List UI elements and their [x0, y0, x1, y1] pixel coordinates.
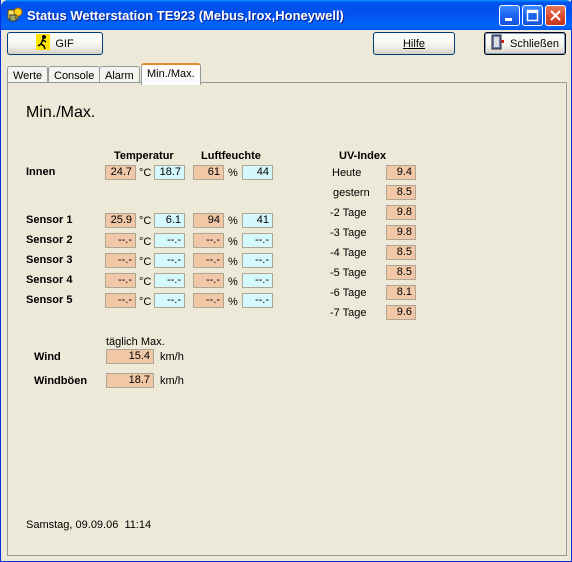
temp-max-field: --.-	[154, 273, 185, 288]
tab-werte-label: Werte	[13, 70, 43, 82]
hum-min-field: --.-	[193, 293, 224, 308]
uv-day-label: -5 Tage	[330, 267, 367, 279]
hum-min-field: --.-	[193, 233, 224, 248]
wind-max-field: 15.4	[106, 349, 154, 364]
uv-day-label: gestern	[333, 187, 370, 199]
temp-max-field: --.-	[154, 253, 185, 268]
gif-button[interactable]: GIF	[7, 32, 103, 55]
uv-value: 8.5	[386, 245, 416, 260]
temp-min-field: --.-	[105, 233, 136, 248]
page-title: Min./Max.	[26, 104, 96, 121]
hum-max-field: 41	[242, 213, 273, 228]
temp-unit: °C	[139, 276, 152, 288]
sensor-name: Sensor 4	[26, 274, 73, 286]
close-button[interactable]: Schließen	[484, 32, 566, 55]
sensor-name: Innen	[26, 166, 56, 178]
hum-min-field: 94	[193, 213, 224, 228]
temp-min-field: 24.7	[105, 165, 136, 180]
hum-unit: %	[228, 296, 238, 308]
hum-max-field: --.-	[242, 233, 273, 248]
hum-max-field: --.-	[242, 253, 273, 268]
minimize-button[interactable]	[499, 5, 520, 26]
uv-day-label: -6 Tage	[330, 287, 367, 299]
tab-min-max-label: Min./Max.	[147, 68, 195, 80]
wind-label: Wind	[34, 351, 61, 363]
uv-value: 8.5	[386, 265, 416, 280]
hum-max-field: --.-	[242, 273, 273, 288]
running-man-icon	[36, 34, 51, 53]
min-max-panel: Min./Max. Temperatur Luftfeuchte UV-Inde…	[7, 82, 567, 556]
help-button-label: Hilfe	[402, 37, 425, 50]
temp-unit: °C	[139, 236, 152, 248]
maximize-icon	[526, 9, 539, 22]
temp-max-field: 6.1	[154, 213, 185, 228]
hum-min-field: --.-	[193, 273, 224, 288]
hum-min-field: --.-	[193, 253, 224, 268]
gust-max-field: 18.7	[106, 373, 154, 388]
hum-min-field: 61	[193, 165, 224, 180]
maximize-button[interactable]	[522, 5, 543, 26]
temp-unit: °C	[139, 215, 152, 227]
uv-value: 9.8	[386, 225, 416, 240]
temp-min-field: --.-	[105, 273, 136, 288]
gust-label: Windböen	[34, 375, 88, 387]
hum-unit: %	[228, 256, 238, 268]
gif-button-label: GIF	[55, 37, 74, 50]
minimize-icon	[505, 18, 512, 21]
exit-door-icon	[491, 34, 505, 53]
tab-console-label: Console	[54, 70, 95, 82]
uv-value: 9.8	[386, 205, 416, 220]
uv-value: 9.6	[386, 305, 416, 320]
hum-unit: %	[228, 167, 238, 179]
temp-max-field: --.-	[154, 233, 185, 248]
temp-min-field: --.-	[105, 293, 136, 308]
sensor-name: Sensor 2	[26, 234, 73, 246]
title-bar[interactable]: Status Wetterstation TE923 (Mebus,Irox,H…	[1, 0, 572, 30]
wind-unit: km/h	[160, 351, 184, 363]
temperature-header: Temperatur	[114, 150, 174, 162]
temp-max-field: --.-	[154, 293, 185, 308]
window-title: Status Wetterstation TE923 (Mebus,Irox,H…	[27, 8, 344, 23]
hum-unit: %	[228, 215, 238, 227]
hum-max-field: --.-	[242, 293, 273, 308]
close-button-label: Schließen	[510, 37, 559, 50]
uv-index-header: UV-Index	[339, 150, 387, 162]
hum-max-field: 44	[242, 165, 273, 180]
tab-min-max[interactable]: Min./Max.	[141, 63, 201, 85]
status-datetime: Samstag, 09.09.06 11:14	[26, 519, 152, 531]
sensor-name: Sensor 5	[26, 294, 73, 306]
uv-day-label: -3 Tage	[330, 227, 367, 239]
humidity-header: Luftfeuchte	[201, 150, 261, 162]
main-window: Status Wetterstation TE923 (Mebus,Irox,H…	[0, 0, 572, 562]
uv-value: 9.4	[386, 165, 416, 180]
weather-station-icon	[7, 7, 23, 23]
hum-unit: %	[228, 236, 238, 248]
uv-day-label: Heute	[332, 167, 362, 179]
tab-alarm-label: Alarm	[105, 70, 134, 82]
sensor-name: Sensor 1	[26, 214, 73, 226]
close-window-button[interactable]	[545, 5, 566, 26]
uv-value: 8.5	[386, 185, 416, 200]
uv-day-label: -7 Tage	[330, 307, 367, 319]
temp-unit: °C	[139, 167, 152, 179]
daily-max-caption: täglich Max.	[106, 336, 165, 348]
temp-unit: °C	[139, 256, 152, 268]
hum-unit: %	[228, 276, 238, 288]
gust-unit: km/h	[160, 375, 184, 387]
close-icon	[550, 10, 561, 21]
temp-max-field: 18.7	[154, 165, 185, 180]
uv-value: 8.1	[386, 285, 416, 300]
temp-min-field: 25.9	[105, 213, 136, 228]
temp-min-field: --.-	[105, 253, 136, 268]
uv-day-label: -2 Tage	[330, 207, 367, 219]
uv-day-label: -4 Tage	[330, 247, 367, 259]
help-button[interactable]: Hilfe	[373, 32, 455, 55]
sensor-name: Sensor 3	[26, 254, 73, 266]
temp-unit: °C	[139, 296, 152, 308]
